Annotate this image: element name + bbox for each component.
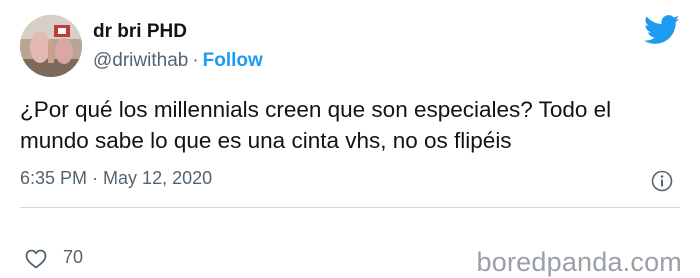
handle-row: @driwithab · Follow: [93, 50, 263, 72]
watermark: boredpanda.com: [476, 247, 682, 277]
handle-separator: ·: [192, 50, 199, 71]
heart-icon[interactable]: [24, 247, 48, 271]
divider: [20, 207, 680, 208]
tweet-date: May 12, 2020: [103, 168, 213, 188]
author-name[interactable]: dr bri PHD: [93, 21, 187, 43]
follow-button[interactable]: Follow: [203, 50, 263, 71]
author-handle[interactable]: @driwithab: [93, 50, 188, 71]
tweet-time: 6:35 PM: [20, 168, 88, 188]
timestamp-separator: ·: [92, 168, 99, 188]
tweet-text: ¿Por qué los millennials creen que son e…: [20, 97, 612, 153]
author-avatar[interactable]: [20, 15, 82, 77]
info-icon[interactable]: [651, 170, 673, 192]
tweet-timestamp[interactable]: 6:35 PM · May 12, 2020: [20, 168, 212, 189]
like-count[interactable]: 70: [63, 247, 83, 268]
twitter-bird-icon[interactable]: [644, 15, 680, 45]
tweet-card: dr bri PHD @driwithab · Follow ¿Por qué lo…: [0, 0, 700, 277]
